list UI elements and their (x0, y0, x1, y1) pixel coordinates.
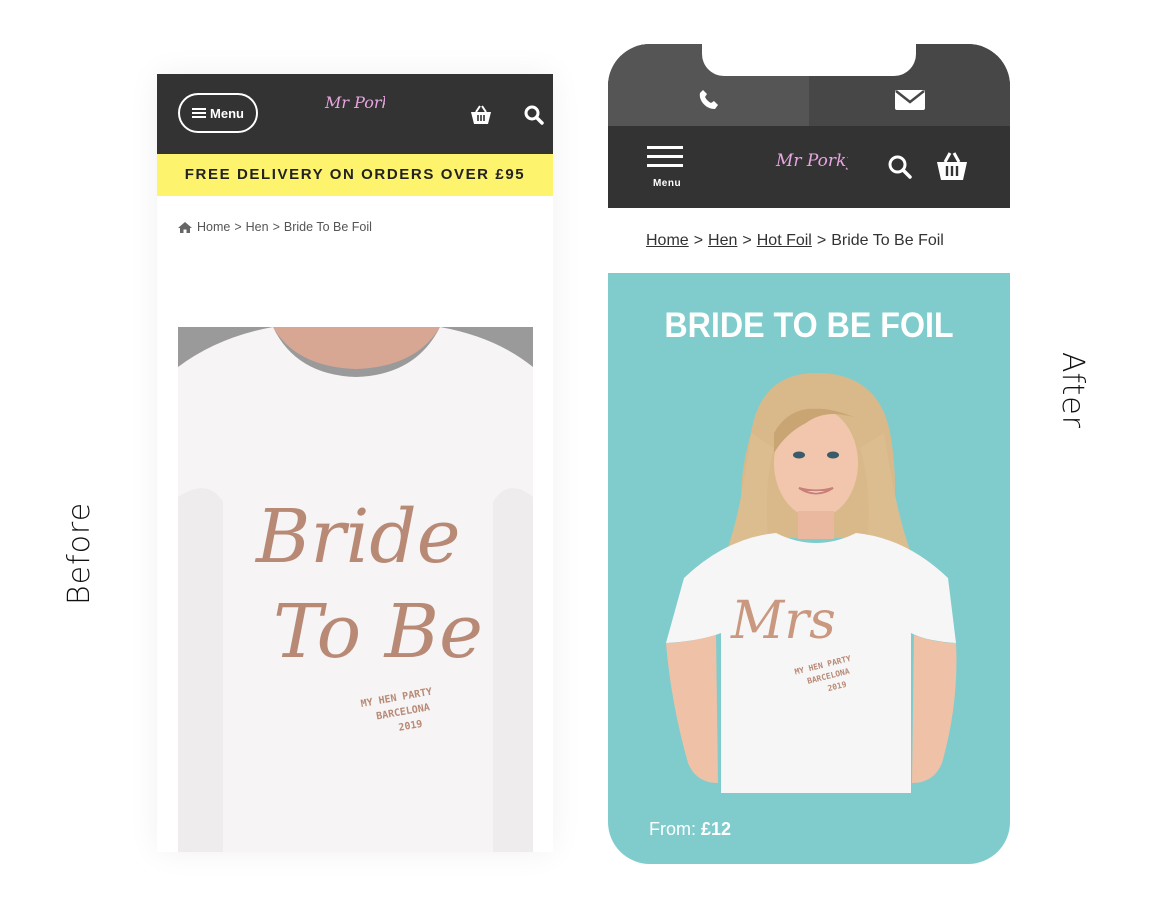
breadcrumb-hen[interactable]: Hen (246, 220, 269, 234)
logo[interactable]: Mr Porkys (768, 136, 865, 203)
breadcrumb: Home > Hen > Hot Foil > Bride To Be Foil (608, 208, 1010, 273)
logo-text: Mr Porkys (775, 151, 848, 171)
menu-button[interactable]: Menu (647, 146, 687, 191)
breadcrumb-current: Bride To Be Foil (283, 220, 372, 234)
breadcrumb-home[interactable]: Home (646, 232, 689, 250)
before-screen: Menu Mr Porkys FREE DELIVERY ON ORDERS O… (157, 74, 553, 852)
logo[interactable]: Mr Porkys (315, 88, 408, 145)
logo-text-top: Mr Porkys (324, 93, 385, 112)
home-icon (178, 221, 192, 233)
after-screen: Menu Mr Porkys Home > Hen > Hot Foil > (608, 44, 1010, 864)
basket-icon[interactable] (934, 150, 970, 187)
shirt-print-main: Mrs (730, 591, 836, 651)
after-header: Menu Mr Porkys (608, 126, 1010, 208)
price-value: £12 (701, 819, 732, 839)
breadcrumb-home[interactable]: Home (197, 220, 230, 234)
menu-icon (192, 106, 207, 120)
price-prefix: From: (649, 819, 696, 839)
contact-bar (608, 44, 1010, 126)
search-icon[interactable] (523, 104, 545, 131)
phone-notch (702, 44, 916, 76)
breadcrumb-hot-foil[interactable]: Hot Foil (757, 232, 812, 250)
breadcrumb-current: Bride To Be Foil (831, 231, 944, 249)
shirt-print-line2: To Be (273, 589, 483, 675)
before-label: Before (62, 501, 97, 605)
product-title: BRIDE TO BE FOIL (664, 306, 954, 345)
product-image[interactable]: Bride To Be MY HEN PARTY BARCELONA 2019 (178, 327, 533, 852)
menu-button[interactable]: Menu (178, 93, 258, 133)
before-header: Menu Mr Porkys (157, 74, 553, 154)
price: From: £12 (649, 819, 731, 840)
breadcrumb-separator: > (693, 231, 704, 249)
breadcrumb-separator: > (234, 220, 242, 234)
shirt-print-line1: Bride (254, 494, 461, 580)
product-image[interactable]: Mrs MY HEN PARTY BARCELONA 2019 (656, 373, 966, 793)
menu-label: Menu (210, 105, 244, 121)
basket-icon[interactable] (468, 104, 494, 131)
breadcrumb: Home > Hen > Bride To Be Foil (177, 220, 372, 234)
free-delivery-banner: FREE DELIVERY ON ORDERS OVER £95 (157, 154, 553, 196)
search-icon[interactable] (887, 154, 913, 185)
breadcrumb-hen[interactable]: Hen (708, 232, 737, 250)
phone-icon (699, 90, 718, 109)
menu-icon (647, 146, 687, 167)
menu-label: Menu (652, 178, 682, 189)
breadcrumb-separator: > (272, 220, 280, 234)
breadcrumb-separator: > (816, 231, 827, 249)
after-label: After (1055, 352, 1090, 430)
breadcrumb-separator: > (742, 231, 752, 249)
email-icon (894, 90, 925, 110)
